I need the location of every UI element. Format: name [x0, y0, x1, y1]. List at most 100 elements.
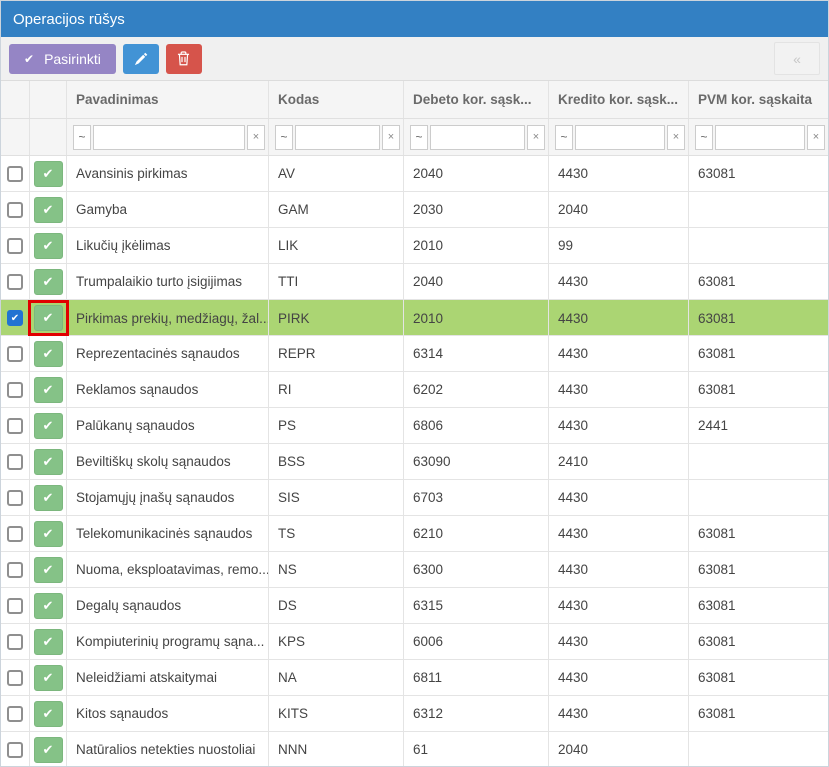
row-checkbox[interactable] [7, 454, 23, 470]
filter-match-button[interactable]: ~ [695, 125, 713, 150]
row-checkbox[interactable] [7, 706, 23, 722]
filter-input-debit[interactable] [430, 125, 525, 150]
row-checkbox[interactable] [7, 670, 23, 686]
table-row[interactable]: ✔Beviltiškų skolų sąnaudosBSS630902410 [1, 444, 828, 480]
row-name: Pirkimas prekių, medžiagų, žal... [67, 300, 269, 336]
row-code: KPS [269, 624, 404, 659]
table-row[interactable]: ✔Degalų sąnaudosDS6315443063081 [1, 588, 828, 624]
row-approve-button[interactable]: ✔ [34, 485, 63, 511]
row-checkbox[interactable] [7, 346, 23, 362]
row-vat [689, 192, 828, 227]
table-row[interactable]: ✔Likučių įkėlimasLIK201099 [1, 228, 828, 264]
row-checkbox-cell [1, 444, 30, 479]
filter-match-button[interactable]: ~ [275, 125, 293, 150]
grid-filter-row: ~ × ~ × ~ × ~ × ~ × [1, 119, 828, 156]
row-checkbox[interactable] [7, 202, 23, 218]
row-checkbox[interactable] [7, 490, 23, 506]
row-name: Kompiuterinių programų sąna... [67, 624, 269, 659]
table-row[interactable]: ✔Natūralios netekties nuostoliaiNNN61204… [1, 732, 828, 767]
row-approve-button[interactable]: ✔ [34, 737, 63, 763]
filter-clear-button[interactable]: × [527, 125, 545, 150]
row-approve-button[interactable]: ✔ [34, 377, 63, 403]
table-row[interactable]: ✔Telekomunikacinės sąnaudosTS62104430630… [1, 516, 828, 552]
table-row[interactable]: ✔Palūkanų sąnaudosPS680644302441 [1, 408, 828, 444]
header-cell-code[interactable]: Kodas [269, 81, 404, 118]
row-approve-cell: ✔ [30, 192, 67, 227]
filter-match-button[interactable]: ~ [410, 125, 428, 150]
table-row[interactable]: ✔Reklamos sąnaudosRI6202443063081 [1, 372, 828, 408]
filter-clear-button[interactable]: × [807, 125, 825, 150]
row-approve-button[interactable]: ✔ [34, 593, 63, 619]
row-approve-button[interactable]: ✔ [34, 701, 63, 727]
filter-input-vat[interactable] [715, 125, 805, 150]
row-approve-button[interactable]: ✔ [34, 269, 63, 295]
filter-input-code[interactable] [295, 125, 380, 150]
edit-button[interactable] [123, 44, 159, 74]
operation-types-window: Operacijos rūšys ✔ Pasirinkti « [0, 0, 829, 767]
row-approve-button[interactable]: ✔ [34, 233, 63, 259]
row-approve-button[interactable]: ✔ [34, 197, 63, 223]
operation-types-grid: Pavadinimas Kodas Debeto kor. sąsk... Kr… [1, 81, 828, 767]
header-cell-debit[interactable]: Debeto kor. sąsk... [404, 81, 549, 118]
collapse-button[interactable]: « [774, 42, 820, 75]
header-cell-name[interactable]: Pavadinimas [67, 81, 269, 118]
row-name: Kitos sąnaudos [67, 696, 269, 731]
select-button[interactable]: ✔ Pasirinkti [9, 44, 116, 74]
row-approve-button[interactable]: ✔ [34, 161, 63, 187]
table-row[interactable]: ✔Nuoma, eksploatavimas, remo...NS6300443… [1, 552, 828, 588]
row-checkbox[interactable] [7, 418, 23, 434]
row-checkbox[interactable] [7, 634, 23, 650]
table-row[interactable]: ✔Avansinis pirkimasAV2040443063081 [1, 156, 828, 192]
row-approve-button[interactable]: ✔ [34, 341, 63, 367]
filter-match-button[interactable]: ~ [555, 125, 573, 150]
filter-match-button[interactable]: ~ [73, 125, 91, 150]
table-row[interactable]: ✔Kitos sąnaudosKITS6312443063081 [1, 696, 828, 732]
row-approve-button[interactable]: ✔ [34, 629, 63, 655]
row-checkbox[interactable] [7, 238, 23, 254]
filter-input-credit[interactable] [575, 125, 665, 150]
filter-cell-code: ~ × [269, 119, 404, 155]
delete-button[interactable] [166, 44, 202, 74]
row-code: RI [269, 372, 404, 407]
filter-input-name[interactable] [93, 125, 245, 150]
filter-clear-button[interactable]: × [382, 125, 400, 150]
row-approve-button[interactable]: ✔ [34, 665, 63, 691]
table-row[interactable]: ✔Neleidžiami atskaitymaiNA6811443063081 [1, 660, 828, 696]
row-checkbox-cell [1, 408, 30, 443]
row-credit: 2410 [549, 444, 689, 479]
row-vat: 63081 [689, 696, 828, 731]
filter-clear-button[interactable]: × [247, 125, 265, 150]
row-checkbox-cell: ✔ [1, 300, 30, 336]
row-approve-cell: ✔ [30, 156, 67, 191]
row-approve-button[interactable]: ✔ [34, 413, 63, 439]
filter-clear-button[interactable]: × [667, 125, 685, 150]
row-credit: 4430 [549, 156, 689, 191]
row-vat: 63081 [689, 516, 828, 551]
table-row[interactable]: ✔Stojamųjų įnašų sąnaudosSIS67034430 [1, 480, 828, 516]
row-checkbox[interactable] [7, 166, 23, 182]
header-cell-vat[interactable]: PVM kor. sąskaita [689, 81, 828, 118]
row-checkbox[interactable] [7, 274, 23, 290]
row-checkbox-cell [1, 624, 30, 659]
table-row[interactable]: ✔Trumpalaikio turto įsigijimasTTI2040443… [1, 264, 828, 300]
row-checkbox[interactable] [7, 598, 23, 614]
row-checkbox[interactable] [7, 562, 23, 578]
row-credit: 99 [549, 228, 689, 263]
row-approve-button[interactable]: ✔ [34, 521, 63, 547]
row-checkbox[interactable] [7, 382, 23, 398]
row-debit: 2010 [404, 300, 549, 336]
header-cell-credit[interactable]: Kredito kor. sąsk... [549, 81, 689, 118]
table-row[interactable]: ✔Kompiuterinių programų sąna...KPS600644… [1, 624, 828, 660]
row-approve-button[interactable]: ✔ [34, 449, 63, 475]
row-checkbox-cell [1, 660, 30, 695]
row-checkbox[interactable] [7, 742, 23, 758]
toolbar: ✔ Pasirinkti « [1, 37, 828, 81]
row-approve-button[interactable]: ✔ [34, 305, 63, 331]
row-checkbox-cell [1, 156, 30, 191]
table-row[interactable]: ✔Reprezentacinės sąnaudosREPR63144430630… [1, 336, 828, 372]
table-row[interactable]: ✔GamybaGAM20302040 [1, 192, 828, 228]
row-checkbox[interactable]: ✔ [7, 310, 23, 326]
table-row[interactable]: ✔✔Pirkimas prekių, medžiagų, žal...PIRK2… [1, 300, 828, 336]
row-approve-button[interactable]: ✔ [34, 557, 63, 583]
row-checkbox[interactable] [7, 526, 23, 542]
